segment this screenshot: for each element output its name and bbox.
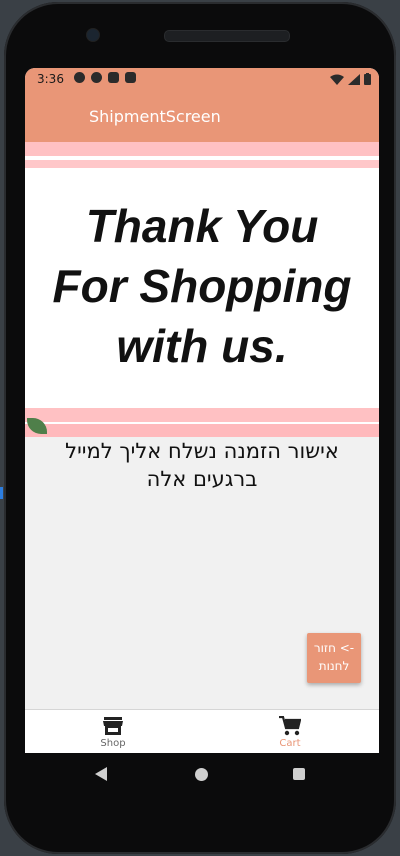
- thank-you-banner: Thank You For Shopping with us.: [25, 142, 379, 437]
- front-camera: [86, 28, 100, 42]
- banner-stripe-bottom: [25, 408, 379, 422]
- play-protect-icon: [108, 72, 119, 83]
- status-bar: 3:36: [25, 68, 379, 90]
- wifi-icon: [330, 74, 344, 85]
- app-bar: ShipmentScreen: [25, 90, 379, 142]
- signal-icon: [348, 73, 360, 85]
- app-screen: 3:36 ShipmentScreen Thank You For Shoppi…: [25, 68, 379, 753]
- banner-stripe-top: [25, 142, 379, 156]
- nav-label-cart: Cart: [279, 738, 301, 749]
- banner-stripe-top-thin: [25, 160, 379, 168]
- banner-text: Thank You For Shopping with us.: [25, 196, 379, 376]
- nav-label-shop: Shop: [100, 738, 126, 749]
- status-notification-icons: [74, 72, 136, 83]
- gear-icon: [74, 72, 85, 83]
- status-time: 3:36: [37, 72, 64, 86]
- banner-line-2: For Shopping: [52, 260, 352, 312]
- page-title: ShipmentScreen: [89, 107, 221, 126]
- back-to-shop-button[interactable]: -> חזור לחנות: [307, 633, 361, 683]
- banner-stripe-bottom-thick: [25, 424, 379, 437]
- banner-line-3: with us.: [116, 320, 288, 372]
- app-a-icon: [91, 72, 102, 83]
- banner-line-1: Thank You: [85, 200, 319, 252]
- system-recents-icon[interactable]: [293, 768, 305, 780]
- order-confirmation-message: אישור הזמנה נשלח אליך למייל ברגעים אלה: [65, 439, 339, 491]
- side-indicator: [0, 487, 3, 499]
- system-home-icon[interactable]: [195, 768, 208, 781]
- nav-item-cart[interactable]: Cart: [230, 714, 350, 749]
- system-navigation-bar: [25, 753, 379, 799]
- battery-icon: [364, 73, 371, 85]
- nav-item-shop[interactable]: Shop: [53, 714, 173, 749]
- sd-card-icon: [125, 72, 136, 83]
- status-right-icons: [330, 73, 371, 85]
- earpiece-speaker: [164, 30, 290, 42]
- store-icon: [103, 717, 123, 735]
- cart-icon: [279, 716, 301, 736]
- bottom-navigation: Shop Cart: [25, 709, 379, 753]
- system-back-icon[interactable]: [95, 767, 107, 781]
